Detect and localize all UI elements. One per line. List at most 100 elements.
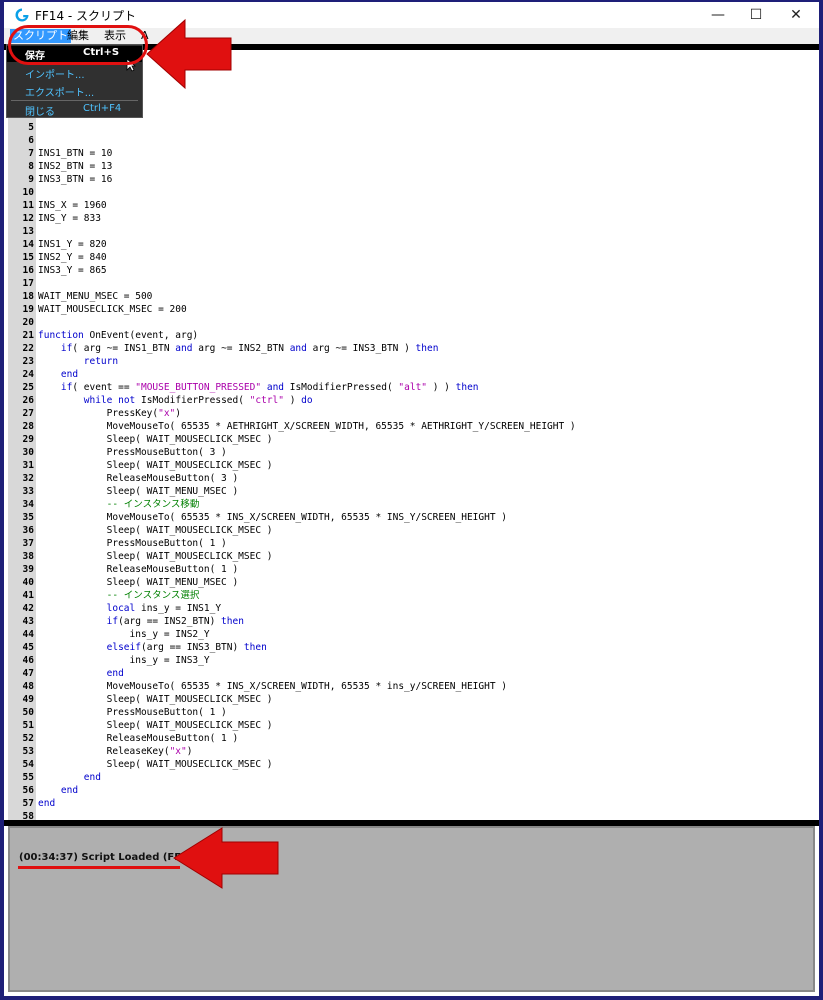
line-number: 41 bbox=[22, 590, 34, 601]
line-number: 24 bbox=[22, 369, 34, 380]
line-text: local ins_y = INS1_Y bbox=[106, 603, 222, 614]
line-text: Sleep( WAIT_MOUSECLICK_MSEC ) bbox=[38, 525, 273, 536]
minimize-button[interactable]: — bbox=[698, 4, 738, 26]
maximize-button[interactable]: ☐ bbox=[736, 4, 776, 26]
line-number: 6 bbox=[28, 135, 34, 146]
line-text: PressKey("x") bbox=[38, 408, 182, 419]
code-line: 19 WAIT_MOUSECLICK_MSEC = 200 bbox=[8, 303, 817, 316]
line-number: 38 bbox=[22, 551, 34, 562]
line-text: Sleep( WAIT_MOUSECLICK_MSEC ) bbox=[38, 434, 273, 445]
code-line: 37 PressMouseButton( 1 ) bbox=[8, 537, 817, 550]
close-button[interactable]: ✕ bbox=[776, 4, 816, 26]
line-text: if( arg ~= INS1_BTN and arg ~= INS2_BTN … bbox=[60, 343, 439, 354]
menu-item-export[interactable]: エクスポート... bbox=[7, 83, 142, 99]
code-line: 42 local ins_y = INS1_Y bbox=[8, 602, 817, 615]
code-line: 8 INS2_BTN = 13 bbox=[8, 160, 817, 173]
line-number: 42 bbox=[22, 603, 34, 614]
code-line: 41 -- インスタンス選択 bbox=[8, 589, 817, 602]
line-number: 39 bbox=[22, 564, 34, 575]
menu-item-import[interactable]: インポート... bbox=[7, 65, 142, 81]
line-text: Sleep( WAIT_MENU_MSEC ) bbox=[38, 486, 239, 497]
line-text: if( event == "MOUSE_BUTTON_PRESSED" and … bbox=[60, 382, 479, 393]
line-text: return bbox=[83, 356, 119, 367]
red-arrow-annotation-menu bbox=[146, 18, 232, 90]
code-line: 46 ins_y = INS3_Y bbox=[8, 654, 817, 667]
line-number: 30 bbox=[22, 447, 34, 458]
red-highlight-ellipse-annotation bbox=[8, 25, 148, 65]
line-text: Sleep( WAIT_MOUSECLICK_MSEC ) bbox=[38, 460, 273, 471]
line-text: WAIT_MOUSECLICK_MSEC = 200 bbox=[38, 304, 187, 315]
code-line: 52 ReleaseMouseButton( 1 ) bbox=[8, 732, 817, 745]
code-line: 48 MoveMouseTo( 65535 * INS_X/SCREEN_WID… bbox=[8, 680, 817, 693]
line-text: end bbox=[83, 772, 101, 783]
line-text: ins_y = INS2_Y bbox=[38, 629, 210, 640]
line-text: if(arg == INS2_BTN) then bbox=[106, 616, 244, 627]
code-line: 26 while not IsModifierPressed( "ctrl" )… bbox=[8, 394, 817, 407]
line-number: 8 bbox=[28, 161, 34, 172]
code-line: 57 end bbox=[8, 797, 817, 810]
line-text: end bbox=[38, 798, 56, 809]
line-text: Sleep( WAIT_MOUSECLICK_MSEC ) bbox=[38, 551, 273, 562]
code-line: 31 Sleep( WAIT_MOUSECLICK_MSEC ) bbox=[8, 459, 817, 472]
line-text: INS3_Y = 865 bbox=[38, 265, 107, 276]
line-number: 32 bbox=[22, 473, 34, 484]
line-text: Sleep( WAIT_MOUSECLICK_MSEC ) bbox=[38, 694, 273, 705]
line-number: 36 bbox=[22, 525, 34, 536]
code-line: 16 INS3_Y = 865 bbox=[8, 264, 817, 277]
code-line: 47 end bbox=[8, 667, 817, 680]
code-line: 24 end bbox=[8, 368, 817, 381]
code-line: 12 INS_Y = 833 bbox=[8, 212, 817, 225]
menu-item-close[interactable]: 閉じる Ctrl+F4 bbox=[7, 102, 142, 118]
code-line: 40 Sleep( WAIT_MENU_MSEC ) bbox=[8, 576, 817, 589]
line-number: 13 bbox=[22, 226, 34, 237]
code-line: 22 if( arg ~= INS1_BTN and arg ~= INS2_B… bbox=[8, 342, 817, 355]
menu-separator bbox=[11, 100, 138, 101]
line-text: end bbox=[60, 369, 79, 380]
line-number: 17 bbox=[22, 278, 34, 289]
code-line: 18 WAIT_MENU_MSEC = 500 bbox=[8, 290, 817, 303]
code-line: 56 end bbox=[8, 784, 817, 797]
line-number: 14 bbox=[22, 239, 34, 250]
line-text: INS_X = 1960 bbox=[38, 200, 107, 211]
code-line: 45 elseif(arg == INS3_BTN) then bbox=[8, 641, 817, 654]
code-line: 5 bbox=[8, 121, 817, 134]
line-text: INS1_BTN = 10 bbox=[38, 148, 113, 159]
line-text: ins_y = INS3_Y bbox=[38, 655, 210, 666]
line-text: Sleep( WAIT_MOUSECLICK_MSEC ) bbox=[38, 759, 273, 770]
line-text: INS2_Y = 840 bbox=[38, 252, 107, 263]
code-line: 44 ins_y = INS2_Y bbox=[8, 628, 817, 641]
code-lines: 12 6034 0567INS1_BTN = 108INS2_BTN = 139… bbox=[8, 69, 817, 820]
line-number: 15 bbox=[22, 252, 34, 263]
line-text: end bbox=[60, 785, 79, 796]
line-number: 44 bbox=[22, 629, 34, 640]
line-text: function OnEvent(event, arg) bbox=[38, 330, 199, 341]
line-text: INS_Y = 833 bbox=[38, 213, 101, 224]
code-line: 43 if(arg == INS2_BTN) then bbox=[8, 615, 817, 628]
code-line: 30 PressMouseButton( 3 ) bbox=[8, 446, 817, 459]
app-window: FF14 - スクリプト — ☐ ✕ スクリプト 編集 表示 A 12 6034… bbox=[0, 0, 823, 1000]
line-number: 25 bbox=[22, 382, 34, 393]
line-number: 12 bbox=[22, 213, 34, 224]
code-line: 14 INS1_Y = 820 bbox=[8, 238, 817, 251]
line-number: 48 bbox=[22, 681, 34, 692]
line-number: 31 bbox=[22, 460, 34, 471]
line-text: MoveMouseTo( 65535 * AETHRIGHT_X/SCREEN_… bbox=[38, 421, 576, 432]
code-line: 36 Sleep( WAIT_MOUSECLICK_MSEC ) bbox=[8, 524, 817, 537]
line-text: Sleep( WAIT_MOUSECLICK_MSEC ) bbox=[38, 720, 273, 731]
line-number: 11 bbox=[22, 200, 34, 211]
line-text: PressMouseButton( 1 ) bbox=[38, 707, 227, 718]
menu-item-close-label: 閉じる bbox=[25, 107, 55, 118]
code-line: 6 bbox=[8, 134, 817, 147]
line-number: 5 bbox=[28, 122, 34, 133]
line-number: 28 bbox=[22, 421, 34, 432]
code-editor[interactable]: 12 6034 0567INS1_BTN = 108INS2_BTN = 139… bbox=[8, 50, 817, 820]
line-text: INS2_BTN = 13 bbox=[38, 161, 113, 172]
code-line: 27 PressKey("x") bbox=[8, 407, 817, 420]
line-text: Sleep( WAIT_MENU_MSEC ) bbox=[38, 577, 239, 588]
line-number: 54 bbox=[22, 759, 34, 770]
line-number: 49 bbox=[22, 694, 34, 705]
code-line: 51 Sleep( WAIT_MOUSECLICK_MSEC ) bbox=[8, 719, 817, 732]
line-number: 26 bbox=[22, 395, 34, 406]
line-text: INS3_BTN = 16 bbox=[38, 174, 113, 185]
line-number: 43 bbox=[22, 616, 34, 627]
